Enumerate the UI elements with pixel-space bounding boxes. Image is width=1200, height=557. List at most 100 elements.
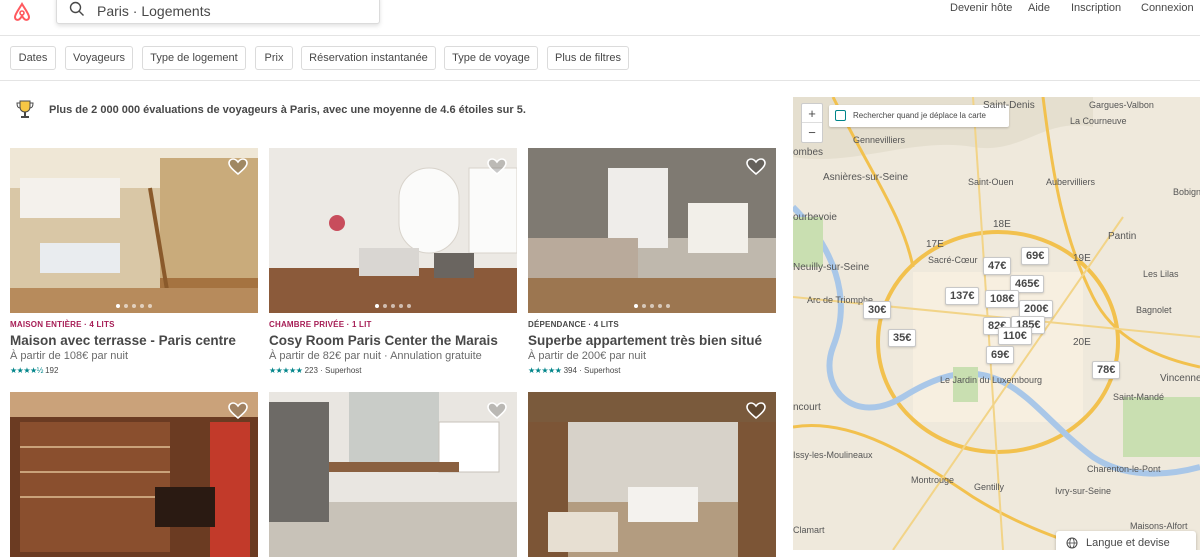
zoom-in-button[interactable]: + xyxy=(802,104,822,123)
price-pin[interactable]: 69€ xyxy=(1021,247,1050,265)
map-label: Neuilly-sur-Seine xyxy=(793,262,870,273)
carousel-dots xyxy=(10,304,258,308)
listing-photo[interactable] xyxy=(528,392,776,557)
listing-title[interactable]: Cosy Room Paris Center the Marais xyxy=(269,333,517,348)
listing-photo[interactable] xyxy=(269,148,517,313)
listing-title[interactable]: Maison avec terrasse - Paris centre xyxy=(10,333,258,348)
reviews-banner: Plus de 2 000 000 évaluations de voyageu… xyxy=(49,104,526,116)
listing-card[interactable]: CHAMBRE PRIVÉE · 1 LIT Cosy Room Paris C… xyxy=(269,148,517,375)
carousel-dots xyxy=(528,304,776,308)
map-label: Les Lilas xyxy=(1143,269,1179,279)
checkbox-icon[interactable] xyxy=(835,110,846,121)
zoom-out-button[interactable]: − xyxy=(802,123,822,142)
price-pin[interactable]: 137€ xyxy=(945,287,980,305)
heart-icon[interactable] xyxy=(487,402,507,420)
nav-signup[interactable]: Inscription xyxy=(1071,2,1121,14)
map-label: Bobigny xyxy=(1173,187,1200,197)
language-currency-button[interactable]: Langue et devise xyxy=(1056,531,1196,550)
filter-trip-type[interactable]: Type de voyage xyxy=(444,46,538,70)
filter-more[interactable]: Plus de filtres xyxy=(547,46,629,70)
map-label: Le Jardin du Luxembourg xyxy=(940,375,1043,385)
airbnb-logo-icon[interactable] xyxy=(10,2,34,22)
listing-title[interactable]: Superbe appartement très bien situé xyxy=(528,333,776,348)
listing-kind: DÉPENDANCE · 4 LITS xyxy=(528,320,619,329)
heart-icon[interactable] xyxy=(746,402,766,420)
search-input[interactable]: Paris · Logements xyxy=(97,3,211,19)
map-label: Aubervilliers xyxy=(1046,177,1096,187)
review-count: 192 xyxy=(45,366,59,375)
zoom-control: + − xyxy=(801,103,823,143)
map-label: Issy-les-Moulineaux xyxy=(793,450,873,460)
map-label: 20E xyxy=(1073,337,1091,348)
price-pin[interactable]: 108€ xyxy=(985,290,1020,308)
listing-reviews: ★★★★★ 394 · Superhost xyxy=(528,366,776,375)
rating-stars: ★★★★★ xyxy=(269,366,303,375)
search-bar[interactable]: Paris · Logements xyxy=(56,0,380,24)
filter-price[interactable]: Prix xyxy=(255,46,293,70)
listing-price: À partir de 200€ par nuit xyxy=(528,350,647,362)
map-label: La Courneuve xyxy=(1070,116,1127,126)
map-label: Gennevilliers xyxy=(853,135,906,145)
search-icon xyxy=(69,1,84,16)
listing-photo-image xyxy=(10,392,258,557)
price-pin[interactable]: 110€ xyxy=(998,327,1032,345)
heart-icon[interactable] xyxy=(228,158,248,176)
map-label: Saint-Ouen xyxy=(968,177,1014,187)
map-label: Gargues-Valbon xyxy=(1089,100,1154,110)
carousel-dots xyxy=(269,304,517,308)
listing-card[interactable]: MAISON ENTIÈRE · 4 LITS Maison avec terr… xyxy=(10,148,258,375)
filter-dates[interactable]: Dates xyxy=(10,46,56,70)
listing-photo[interactable] xyxy=(10,392,258,557)
map-label: 19E xyxy=(1073,253,1091,264)
listing-photo-image xyxy=(528,148,776,313)
listing-photo[interactable] xyxy=(10,148,258,313)
nav-help[interactable]: Aide xyxy=(1028,2,1050,14)
price-pin[interactable]: 78€ xyxy=(1092,361,1121,379)
listing-card[interactable] xyxy=(10,392,258,557)
nav-login[interactable]: Connexion xyxy=(1141,2,1194,14)
map-label: Clamart xyxy=(793,525,825,535)
listing-photo-image xyxy=(269,148,517,313)
heart-icon[interactable] xyxy=(746,158,766,176)
price-pin[interactable]: 30€ xyxy=(863,301,892,319)
map-label: Pantin xyxy=(1108,231,1137,242)
search-on-move-toggle[interactable]: Rechercher quand je déplace la carte xyxy=(829,105,1009,127)
listing-reviews: ★★★★★ 223 · Superhost xyxy=(269,366,517,375)
map-label: Montrouge xyxy=(911,475,955,485)
globe-icon xyxy=(1066,537,1078,549)
listing-photo-image xyxy=(269,392,517,557)
rating-stars: ★★★★½ xyxy=(10,366,43,375)
map-label: Bagnolet xyxy=(1136,305,1172,315)
price-pin[interactable]: 69€ xyxy=(986,346,1015,364)
map-label: Asnières-sur-Seine xyxy=(823,172,909,183)
filter-guests[interactable]: Voyageurs xyxy=(65,46,133,70)
filter-home-type[interactable]: Type de logement xyxy=(142,46,246,70)
price-pin[interactable]: 35€ xyxy=(888,329,917,347)
language-currency-label: Langue et devise xyxy=(1086,537,1170,549)
nav-become-host[interactable]: Devenir hôte xyxy=(950,2,1012,14)
map-label: 17E xyxy=(926,239,944,250)
review-count: 223 · Superhost xyxy=(304,366,362,375)
review-count: 394 · Superhost xyxy=(563,366,621,375)
price-pin[interactable]: 47€ xyxy=(983,257,1012,275)
heart-icon[interactable] xyxy=(487,158,507,176)
listing-card[interactable] xyxy=(269,392,517,557)
listing-card[interactable] xyxy=(528,392,776,557)
heart-icon[interactable] xyxy=(228,402,248,420)
map[interactable]: + − Rechercher quand je déplace la carte… xyxy=(793,97,1200,550)
listing-photo[interactable] xyxy=(528,148,776,313)
top-bar: Paris · Logements Devenir hôte Aide Insc… xyxy=(0,0,1200,36)
listing-price: À partir de 108€ par nuit xyxy=(10,350,129,362)
map-label: Vincennes xyxy=(1160,373,1200,384)
listing-photo[interactable] xyxy=(269,392,517,557)
filter-instant-book[interactable]: Réservation instantanée xyxy=(301,46,436,70)
listing-card[interactable]: DÉPENDANCE · 4 LITS Superbe appartement … xyxy=(528,148,776,375)
rating-stars: ★★★★★ xyxy=(528,366,562,375)
trophy-icon xyxy=(16,100,34,118)
map-label: ncourt xyxy=(793,402,821,413)
map-label: Saint-Mandé xyxy=(1113,392,1165,402)
map-label: 18E xyxy=(993,219,1011,230)
map-label: Charenton-le-Pont xyxy=(1087,464,1161,474)
listing-photo-image xyxy=(528,392,776,557)
map-label: Sacré-Cœur xyxy=(928,255,978,265)
